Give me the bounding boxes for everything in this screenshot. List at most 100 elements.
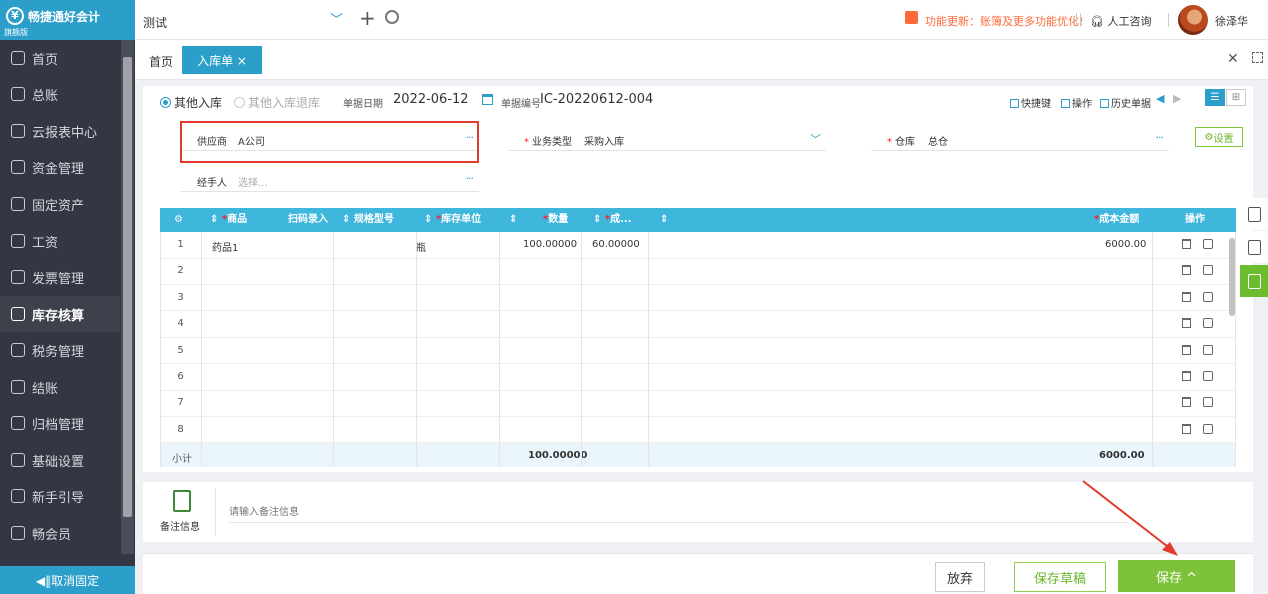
- more-icon[interactable]: ···: [466, 172, 474, 185]
- divider: [215, 488, 216, 536]
- delete-icon[interactable]: [1182, 291, 1191, 302]
- attachment-rail-button[interactable]: [1240, 231, 1268, 263]
- shortcut-button[interactable]: 快捷键: [1010, 95, 1051, 110]
- sidebar-item-10[interactable]: 归档管理: [0, 405, 120, 441]
- calendar-icon[interactable]: [482, 94, 493, 105]
- save-draft-button[interactable]: 保存草稿: [1014, 562, 1106, 592]
- more-icon[interactable]: ···: [1156, 131, 1164, 144]
- account-selector[interactable]: 测试: [143, 14, 167, 31]
- delete-icon[interactable]: [1182, 423, 1191, 434]
- sidebar-item-7[interactable]: 库存核算: [0, 296, 120, 332]
- cancel-button[interactable]: 放弃: [935, 562, 985, 592]
- table-row[interactable]: 7: [160, 390, 1236, 417]
- cell-amount[interactable]: 6000.00: [1105, 239, 1146, 250]
- username[interactable]: 徐泽华: [1215, 13, 1248, 29]
- table-row[interactable]: 6: [160, 364, 1236, 391]
- cell-unit[interactable]: 瓶: [416, 239, 426, 254]
- scan-entry-button[interactable]: 扫码录入: [288, 208, 328, 232]
- warehouse-field[interactable]: * 仓库 总仓 ···: [871, 129, 1169, 151]
- operate-button[interactable]: 操作: [1061, 95, 1092, 110]
- cell-cost[interactable]: 60.00000: [592, 239, 640, 250]
- list-view-icon[interactable]: ☰: [1205, 89, 1225, 106]
- avatar[interactable]: [1178, 5, 1208, 35]
- table-row[interactable]: 5: [160, 338, 1236, 365]
- table-row[interactable]: 3: [160, 285, 1236, 312]
- customer-service-link[interactable]: 🎧︎ 人工咨询: [1090, 13, 1151, 29]
- copy-icon[interactable]: [1203, 371, 1213, 381]
- copy-icon[interactable]: [1203, 291, 1213, 302]
- sidebar-item-4[interactable]: 固定资产: [0, 186, 120, 222]
- card-view-icon[interactable]: ⊞: [1226, 89, 1246, 106]
- delete-icon[interactable]: [1182, 265, 1191, 276]
- next-doc-icon[interactable]: ▶: [1173, 92, 1181, 105]
- copy-icon[interactable]: [1203, 265, 1213, 276]
- sidebar-item-8[interactable]: 税务管理: [0, 332, 120, 368]
- table-row[interactable]: 4: [160, 311, 1236, 338]
- tab-home[interactable]: 首页: [149, 53, 173, 70]
- sidebar-item-3[interactable]: 资金管理: [0, 149, 120, 185]
- sidebar-item-5[interactable]: 工资: [0, 223, 120, 259]
- column-settings-icon[interactable]: ⚙︎: [174, 208, 183, 232]
- copy-icon[interactable]: [1203, 397, 1213, 408]
- history-icon: [1100, 99, 1109, 108]
- unpin-sidebar-button[interactable]: ◀‖取消固定: [0, 566, 135, 594]
- sidebar-item-2[interactable]: 云报表中心: [0, 113, 120, 149]
- delete-icon[interactable]: [1182, 397, 1191, 408]
- save-button[interactable]: 保存 ^: [1118, 560, 1235, 592]
- copy-icon[interactable]: [1203, 239, 1213, 249]
- copy-icon[interactable]: [1203, 318, 1213, 329]
- delete-icon[interactable]: [1182, 344, 1191, 355]
- tab-stock-in[interactable]: 入库单 ×: [182, 46, 262, 74]
- delete-icon[interactable]: [1182, 318, 1191, 329]
- radio-other-return[interactable]: 其他入库退库: [234, 94, 320, 111]
- table-row[interactable]: 1 药品1 瓶 100.00000 60.00000 6000.00: [160, 232, 1236, 259]
- add-icon[interactable]: +: [359, 6, 376, 30]
- delete-icon[interactable]: [1182, 239, 1191, 249]
- sidebar-item-12[interactable]: 新手引导: [0, 478, 120, 514]
- prev-doc-icon[interactable]: ◀: [1156, 92, 1164, 105]
- table-row[interactable]: 2: [160, 258, 1236, 285]
- table-scrollbar[interactable]: [1229, 238, 1235, 316]
- delete-icon[interactable]: [1182, 371, 1191, 381]
- history-button[interactable]: 历史单据: [1100, 95, 1151, 110]
- memo-input[interactable]: [229, 503, 1129, 523]
- chevron-down-icon[interactable]: ﹀: [810, 131, 821, 147]
- sidebar-item-9[interactable]: 结账: [0, 369, 120, 405]
- col-qty[interactable]: *数量: [543, 208, 568, 232]
- settings-button[interactable]: ⚙︎ 设置: [1195, 127, 1243, 147]
- sidebar-item-11[interactable]: 基础设置: [0, 442, 120, 478]
- col-spec[interactable]: ⇕ 规格型号: [342, 208, 394, 232]
- business-type-field[interactable]: * 业务类型 采购入库 ﹀: [508, 129, 826, 151]
- col-amount[interactable]: *成本金额: [1094, 208, 1139, 232]
- col-qty-sort[interactable]: ⇕: [509, 208, 517, 232]
- table-row[interactable]: 8: [160, 417, 1236, 444]
- close-icon[interactable]: ✕: [1227, 51, 1239, 67]
- chevron-down-icon[interactable]: ﹀: [330, 9, 343, 28]
- row-number: 2: [177, 265, 184, 277]
- sidebar-item-1[interactable]: 总账: [0, 76, 120, 112]
- sidebar-item-6[interactable]: 发票管理: [0, 259, 120, 295]
- col-amount-sort[interactable]: ⇕: [660, 208, 668, 232]
- sidebar-item-0[interactable]: 首页: [0, 40, 120, 76]
- col-cost[interactable]: ⇕ *成...: [593, 208, 632, 232]
- date-input[interactable]: 2022-06-12: [393, 92, 469, 107]
- copy-icon[interactable]: [1203, 344, 1213, 355]
- row-number: 8: [177, 423, 184, 435]
- app-logo[interactable]: ¥ 畅捷通好会计 旗舰版: [0, 0, 135, 40]
- gear-icon[interactable]: [385, 10, 399, 24]
- highlight-box: [180, 121, 479, 163]
- sidebar-scroll-thumb[interactable]: [123, 57, 132, 517]
- cell-qty[interactable]: 100.00000: [523, 239, 577, 250]
- handler-field[interactable]: 经手人 选择... ···: [181, 170, 479, 192]
- copy-icon[interactable]: [1203, 423, 1213, 434]
- col-cost-label: 成...: [610, 214, 632, 225]
- cell-product[interactable]: 药品1: [212, 239, 238, 254]
- col-product[interactable]: ⇕ *商品: [210, 208, 247, 232]
- col-unit[interactable]: ⇕ *库存单位: [424, 208, 481, 232]
- fullscreen-icon[interactable]: [1252, 52, 1263, 63]
- sidebar-item-13[interactable]: 畅会员: [0, 515, 120, 551]
- update-notice[interactable]: 功能更新：账簿及更多功能优化!: [925, 13, 1083, 29]
- radio-other-in[interactable]: 其他入库: [160, 94, 222, 111]
- doc-info-rail-button[interactable]: [1240, 198, 1268, 230]
- memo-rail-button[interactable]: [1240, 265, 1268, 297]
